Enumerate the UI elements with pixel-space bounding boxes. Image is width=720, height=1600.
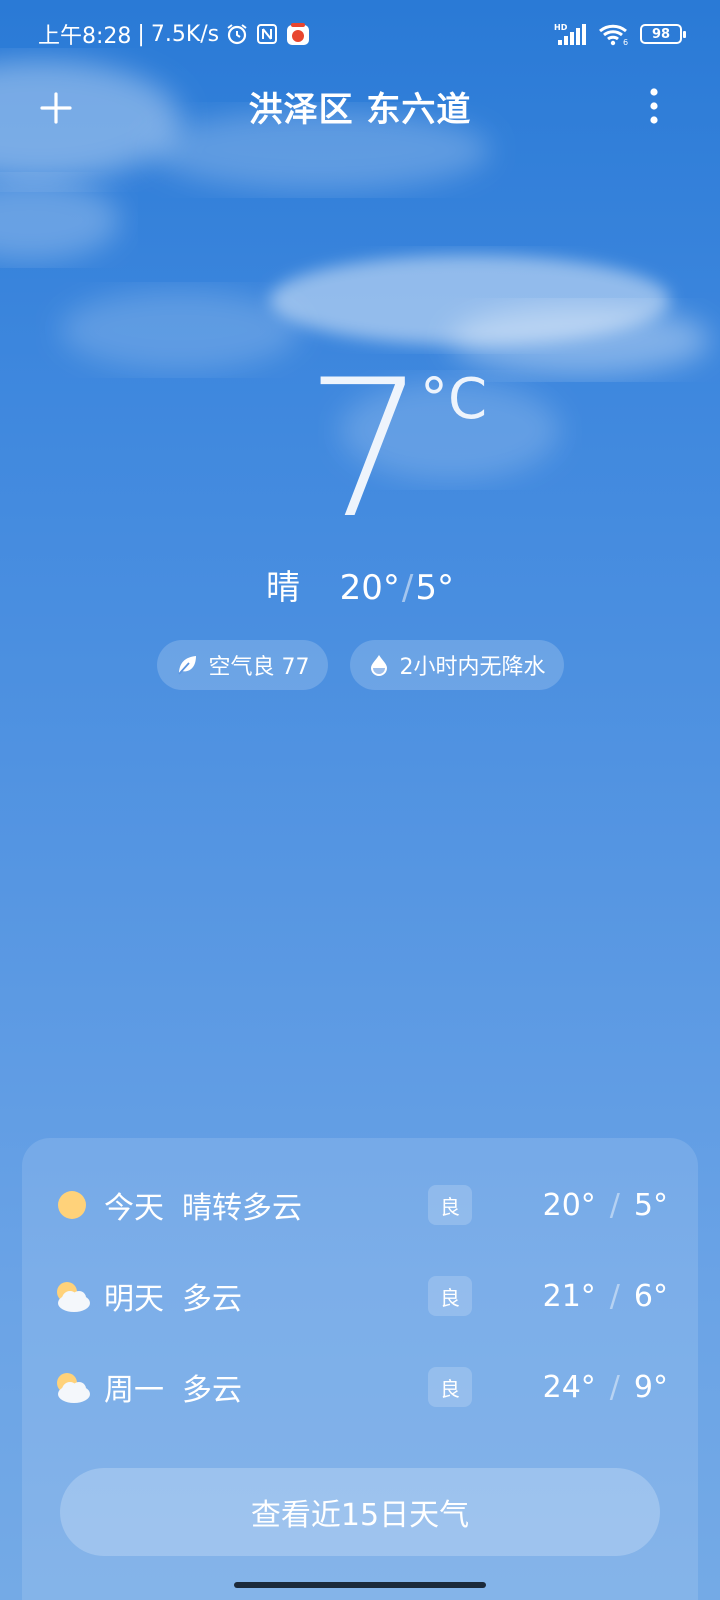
forecast-temps: 21° / 6°	[543, 1279, 668, 1314]
forecast-row-tomorrow[interactable]: 明天 多云 良 21° / 6°	[22, 1251, 698, 1341]
svg-text:HD: HD	[554, 23, 568, 32]
water-drop-icon	[370, 655, 387, 676]
forecast-low: 5°	[633, 1187, 668, 1223]
forecast-day: 周一	[104, 1373, 164, 1408]
status-bar: 上午8:28 | 7.5K/s HD 6 98	[0, 0, 720, 68]
precipitation-label: 2小时内无降水	[399, 655, 546, 680]
status-separator: |	[137, 21, 145, 47]
forecast-separator: /	[609, 1369, 620, 1405]
partly-cloudy-icon	[57, 1282, 90, 1312]
partly-cloudy-icon	[57, 1373, 90, 1403]
forecast-condition: 多云	[182, 1282, 242, 1317]
forecast-condition: 晴转多云	[182, 1191, 302, 1226]
temperature-value: 7	[305, 339, 426, 560]
forecast-low: 9°	[633, 1369, 668, 1405]
forecast-high: 21°	[542, 1278, 596, 1314]
air-quality-label: 空气良 77	[208, 655, 310, 680]
forecast-day: 明天	[104, 1282, 164, 1317]
temperature-unit: °C	[420, 367, 488, 432]
battery-icon: 98	[640, 24, 686, 44]
view-15-day-button[interactable]: 查看近15日天气	[60, 1468, 660, 1556]
temp-separator: /	[401, 568, 414, 608]
forecast-day: 今天	[104, 1191, 164, 1226]
current-temperature: 7 °C	[0, 355, 720, 545]
forecast-separator: /	[609, 1278, 620, 1314]
forecast-temps: 20° / 5°	[543, 1188, 668, 1223]
aqi-badge: 良	[428, 1185, 472, 1225]
wifi-icon: 6	[598, 22, 630, 46]
app-header: 洪泽区 东六道	[0, 68, 720, 144]
low-temp: 5°	[415, 568, 454, 608]
add-city-button[interactable]	[34, 86, 78, 130]
aqi-badge: 良	[428, 1276, 472, 1316]
forecast-temps: 24° / 9°	[543, 1370, 668, 1405]
forecast-low: 6°	[633, 1278, 668, 1314]
sun-icon	[58, 1191, 86, 1219]
condition-text: 晴	[266, 568, 300, 608]
alarm-icon	[225, 22, 249, 46]
more-options-button[interactable]	[634, 84, 674, 128]
more-vertical-icon	[650, 88, 658, 124]
app-notification-icon	[285, 21, 311, 47]
forecast-high: 24°	[542, 1369, 596, 1405]
air-quality-chip[interactable]: 空气良 77	[156, 640, 328, 690]
network-speed: 7.5K/s	[150, 21, 220, 47]
info-chips: 空气良 77 2小时内无降水	[0, 640, 720, 690]
forecast-row-monday[interactable]: 周一 多云 良 24° / 9°	[22, 1342, 698, 1432]
nfc-icon	[255, 22, 279, 46]
forecast-card: 今天 晴转多云 良 20° / 5° 明天 多云 良 21° / 6° 周一 多…	[22, 1138, 698, 1600]
condition-line: 晴 20°/5°	[0, 560, 720, 609]
battery-level: 98	[651, 26, 671, 42]
leaf-icon	[177, 656, 196, 675]
home-indicator[interactable]	[234, 1582, 486, 1588]
plus-icon	[40, 92, 72, 124]
precipitation-chip[interactable]: 2小时内无降水	[349, 640, 564, 690]
forecast-row-today[interactable]: 今天 晴转多云 良 20° / 5°	[22, 1160, 698, 1250]
svg-text:6: 6	[623, 38, 628, 46]
location-title[interactable]: 洪泽区 东六道	[249, 82, 472, 131]
aqi-badge: 良	[428, 1367, 472, 1407]
hd-signal-icon: HD	[554, 22, 588, 46]
forecast-high: 20°	[542, 1187, 596, 1223]
forecast-separator: /	[609, 1187, 620, 1223]
high-temp: 20°	[339, 568, 400, 608]
status-time: 上午8:28	[38, 24, 132, 49]
forecast-condition: 多云	[182, 1373, 242, 1408]
